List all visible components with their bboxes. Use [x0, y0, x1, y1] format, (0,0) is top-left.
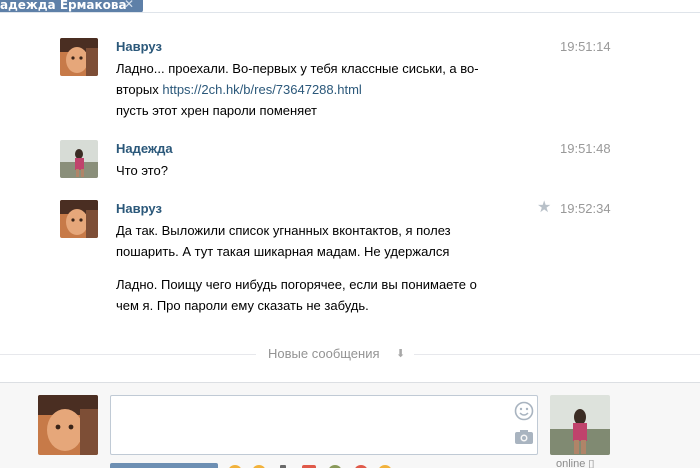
- message-author[interactable]: Надежда: [116, 141, 173, 156]
- message-line: Ладно... проехали. Во-первых у тебя клас…: [116, 61, 479, 76]
- new-messages-label: Новые сообщения: [268, 346, 380, 361]
- message-link[interactable]: https://2ch.hk/b/res/73647288.html: [162, 82, 361, 97]
- my-avatar[interactable]: [38, 395, 98, 455]
- peer-online-status: online ▯: [556, 457, 594, 468]
- message-text: Ладно... проехали. Во-первых у тебя клас…: [116, 58, 526, 121]
- message-time: 19:51:48: [560, 141, 611, 156]
- header-divider: [0, 12, 700, 13]
- message-line: Да так. Выложили список угнанных вконтак…: [116, 223, 451, 238]
- divider-line: [414, 354, 700, 355]
- message-author[interactable]: Навруз: [116, 39, 162, 54]
- smile-icon[interactable]: [514, 401, 534, 421]
- star-icon[interactable]: ★: [537, 200, 551, 216]
- message-line-text: вторых: [116, 82, 159, 97]
- message-line: Ладно. Поищу чего нибудь погорячее, если…: [116, 277, 477, 292]
- message-text: Да так. Выложили список угнанных вконтак…: [116, 220, 526, 316]
- message-line: пусть этот хрен пароли поменяет: [116, 103, 317, 118]
- dialog-tab-label: адежда Ермакова: [0, 0, 127, 12]
- message-line: чем я. Про пароли ему сказать не забудь.: [116, 298, 369, 313]
- avatar[interactable]: [60, 38, 98, 76]
- message-composer: online ▯: [0, 382, 700, 468]
- message-line: пошарить. А тут такая шикарная мадам. Не…: [116, 244, 450, 259]
- message-line: Что это?: [116, 163, 168, 178]
- avatar[interactable]: [60, 140, 98, 178]
- message-line: вторых https://2ch.hk/b/res/73647288.htm…: [116, 79, 526, 100]
- camera-icon[interactable]: [514, 429, 534, 445]
- send-button[interactable]: [110, 463, 218, 468]
- online-label: online: [556, 458, 586, 468]
- new-messages-divider: Новые сообщения ⬇: [0, 342, 700, 366]
- close-icon[interactable]: ✕: [124, 0, 134, 11]
- message-text: Что это?: [116, 160, 526, 181]
- divider-line: [0, 354, 256, 355]
- message-time: 19:52:34: [560, 201, 611, 216]
- message-time: 19:51:14: [560, 39, 611, 54]
- arrow-down-icon: ⬇: [396, 348, 406, 360]
- message-input[interactable]: [110, 395, 538, 455]
- mobile-icon: ▯: [588, 458, 595, 468]
- peer-avatar[interactable]: [550, 395, 610, 455]
- avatar[interactable]: [60, 200, 98, 238]
- message-author[interactable]: Навруз: [116, 201, 162, 216]
